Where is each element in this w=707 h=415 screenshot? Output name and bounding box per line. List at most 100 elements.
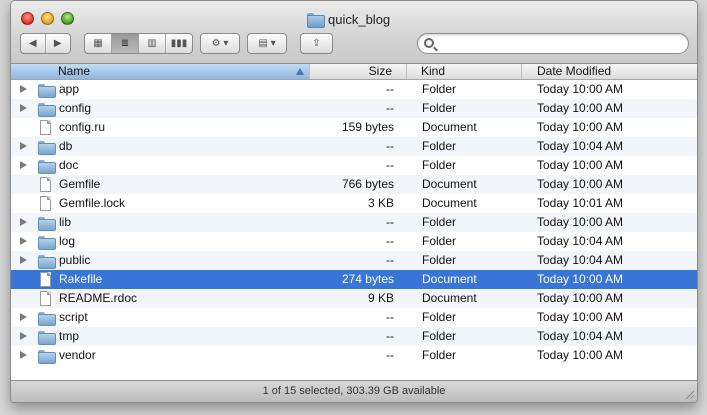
file-name: public (59, 253, 91, 267)
column-header-date[interactable]: Date Modified (522, 64, 697, 79)
file-kind: Document (422, 120, 477, 134)
file-date: Today 10:00 AM (537, 215, 624, 229)
file-date: Today 10:00 AM (537, 291, 624, 305)
file-row[interactable]: db -- Folder Today 10:04 AM (11, 137, 697, 156)
file-name: lib (59, 215, 72, 229)
file-date: Today 10:01 AM (537, 196, 624, 210)
file-row[interactable]: Gemfile 766 bytes Document Today 10:00 AM (11, 175, 697, 194)
file-name: Gemfile (59, 177, 101, 191)
file-kind: Document (422, 291, 477, 305)
file-kind: Folder (422, 310, 457, 324)
view-columns-button[interactable]: ▥ (139, 34, 166, 53)
file-name: vendor (59, 348, 96, 362)
file-date: Today 10:04 AM (537, 253, 624, 267)
view-coverflow-button[interactable]: ▮▮▮ (166, 34, 192, 53)
column-header-kind[interactable]: Kind (407, 64, 522, 79)
arrange-button[interactable]: ▤ ▾ (248, 34, 286, 53)
close-button[interactable] (21, 12, 34, 25)
window-title: quick_blog (307, 10, 390, 28)
file-date: Today 10:00 AM (537, 310, 624, 324)
zoom-button[interactable] (61, 12, 74, 25)
minimize-button[interactable] (41, 12, 54, 25)
file-size: 9 KB (367, 291, 394, 305)
file-size: -- (386, 139, 394, 153)
status-bar: 1 of 15 selected, 303.39 GB available (11, 380, 697, 402)
view-mode-group: ▦ ≣ ▥ ▮▮▮ (84, 33, 193, 54)
file-name: README.rdoc (59, 291, 138, 305)
file-date: Today 10:00 AM (537, 272, 624, 286)
file-size: -- (386, 348, 394, 362)
file-row[interactable]: app -- Folder Today 10:00 AM (11, 80, 697, 99)
file-date: Today 10:00 AM (537, 120, 624, 134)
file-kind: Folder (422, 253, 457, 267)
file-row[interactable]: README.rdoc 9 KB Document Today 10:00 AM (11, 289, 697, 308)
file-size: 766 bytes (341, 177, 394, 191)
file-size: -- (386, 329, 394, 343)
arrange-menu-group: ▤ ▾ (247, 33, 287, 54)
file-size: -- (386, 82, 394, 96)
file-size: 159 bytes (341, 120, 394, 134)
sort-ascending-icon (296, 68, 304, 75)
file-row[interactable]: config -- Folder Today 10:00 AM (11, 99, 697, 118)
search-input[interactable] (442, 36, 682, 52)
file-name: Rakefile (59, 272, 103, 286)
file-name: config (59, 101, 92, 115)
share-group: ⇪ (300, 33, 333, 54)
file-row[interactable]: vendor -- Folder Today 10:00 AM (11, 346, 697, 365)
file-kind: Folder (422, 329, 457, 343)
file-date: Today 10:00 AM (537, 101, 624, 115)
column-header-name[interactable]: Name (11, 64, 310, 79)
column-header: Name Size Kind Date Modified (11, 64, 697, 80)
file-name: tmp (59, 329, 80, 343)
action-gear-button[interactable]: ⚙ ▾ (201, 34, 239, 53)
file-date: Today 10:04 AM (537, 139, 624, 153)
file-name: app (59, 82, 80, 96)
window-title-text: quick_blog (328, 11, 391, 27)
view-list-button[interactable]: ≣ (112, 34, 139, 53)
finder-window: quick_blog ◀ ▶ ▦ ≣ ▥ ▮▮▮ ⚙ ▾ ▤ ▾ ⇪ Name (10, 0, 698, 403)
file-kind: Folder (422, 234, 457, 248)
titlebar: quick_blog ◀ ▶ ▦ ≣ ▥ ▮▮▮ ⚙ ▾ ▤ ▾ ⇪ (11, 1, 697, 64)
column-header-size[interactable]: Size (310, 64, 407, 79)
file-size: -- (386, 253, 394, 267)
file-name: log (59, 234, 76, 248)
file-size: -- (386, 215, 394, 229)
file-row[interactable]: config.ru 159 bytes Document Today 10:00 AM (11, 118, 697, 137)
file-date: Today 10:00 AM (537, 177, 624, 191)
file-list: app -- Folder Today 10:00 AM config -- Folder T… (11, 80, 697, 365)
file-row[interactable]: public -- Folder Today 10:04 AM (11, 251, 697, 270)
file-size: 3 KB (367, 196, 394, 210)
file-kind: Folder (422, 82, 457, 96)
file-row[interactable]: Gemfile.lock 3 KB Document Today 10:01 AM (11, 194, 697, 213)
search-field[interactable] (417, 33, 689, 54)
back-button[interactable]: ◀ (21, 34, 46, 53)
view-icons-button[interactable]: ▦ (85, 34, 112, 53)
file-size: -- (386, 310, 394, 324)
file-size: -- (386, 101, 394, 115)
file-name: config.ru (59, 120, 106, 134)
file-kind: Document (422, 272, 477, 286)
file-row[interactable]: Rakefile 274 bytes Document Today 10:00 AM (11, 270, 697, 289)
back-forward-group: ◀ ▶ (20, 33, 71, 54)
file-date: Today 10:00 AM (537, 158, 624, 172)
file-row[interactable]: doc -- Folder Today 10:00 AM (11, 156, 697, 175)
file-name: doc (59, 158, 79, 172)
resize-grip-icon[interactable] (684, 389, 694, 399)
forward-button[interactable]: ▶ (46, 34, 70, 53)
search-icon (424, 38, 434, 48)
file-row[interactable]: lib -- Folder Today 10:00 AM (11, 213, 697, 232)
file-size: -- (386, 158, 394, 172)
share-button[interactable]: ⇪ (301, 34, 332, 53)
file-name: script (59, 310, 88, 324)
file-date: Today 10:00 AM (537, 82, 624, 96)
file-kind: Document (422, 196, 477, 210)
file-date: Today 10:04 AM (537, 234, 624, 248)
file-date: Today 10:04 AM (537, 329, 624, 343)
file-row[interactable]: log -- Folder Today 10:04 AM (11, 232, 697, 251)
file-date: Today 10:00 AM (537, 348, 624, 362)
file-row[interactable]: tmp -- Folder Today 10:04 AM (11, 327, 697, 346)
status-text: 1 of 15 selected, 303.39 GB available (262, 385, 446, 397)
folder-icon (307, 12, 325, 28)
file-row[interactable]: script -- Folder Today 10:00 AM (11, 308, 697, 327)
file-kind: Folder (422, 101, 457, 115)
